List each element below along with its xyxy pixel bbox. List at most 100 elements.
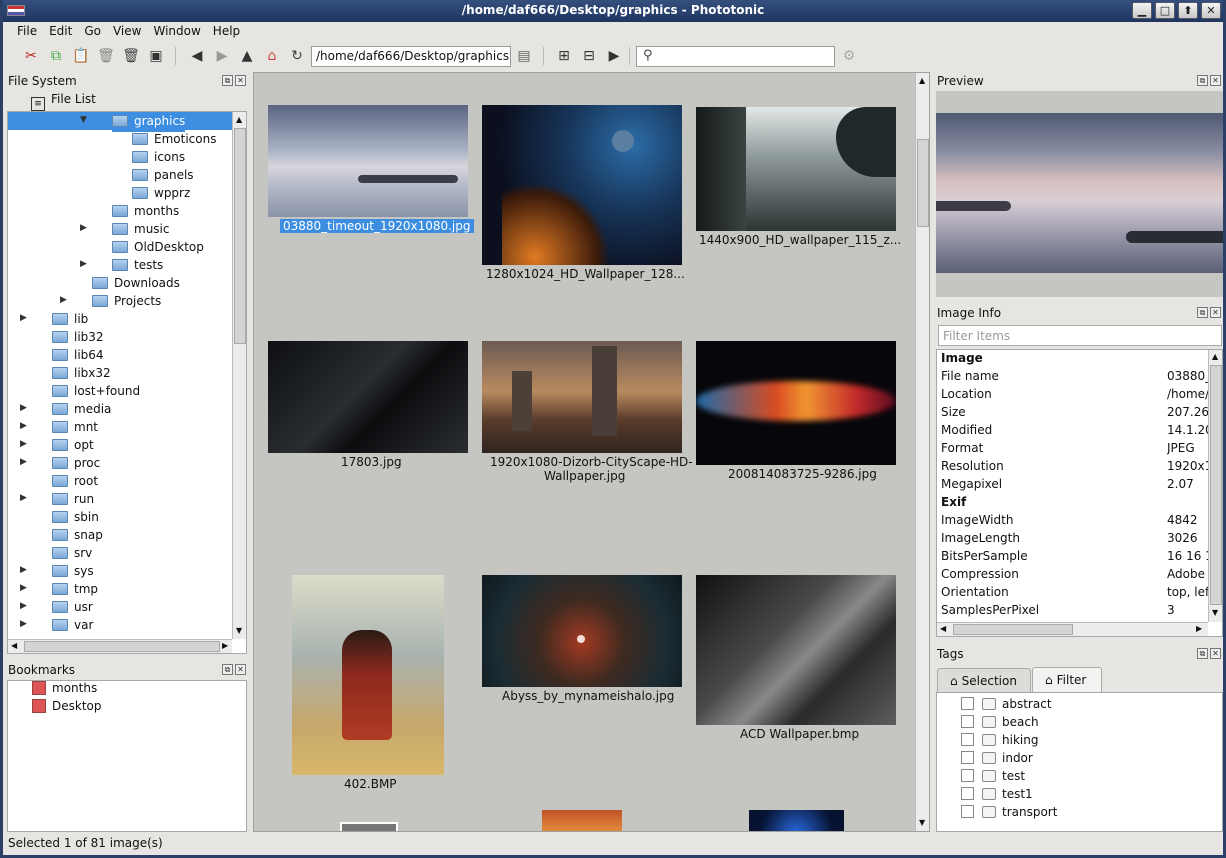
tree-scroll-thumb[interactable] xyxy=(234,128,246,344)
tree-item[interactable]: Downloads xyxy=(92,276,180,294)
paste-icon[interactable]: 📋 xyxy=(71,46,91,66)
tree-item[interactable]: lib64 xyxy=(52,348,104,366)
thumbnail-image[interactable] xyxy=(696,107,896,231)
menu-help[interactable]: Help xyxy=(207,22,246,42)
filesystem-tree[interactable]: ▼ graphics Emoticons icons panels wpprz months… xyxy=(7,111,247,654)
tree-item[interactable]: graphics xyxy=(112,114,186,132)
tag-item[interactable]: abstract xyxy=(961,697,1052,715)
info-hscrollbar[interactable]: ◀ ▶ xyxy=(937,622,1208,636)
new-folder-icon[interactable]: ▣ xyxy=(146,46,166,66)
bookmark-item[interactable]: Desktop xyxy=(32,699,102,717)
close-panel-icon[interactable]: ✕ xyxy=(1210,648,1221,659)
path-input[interactable]: /home/daf666/Desktop/graphics xyxy=(311,46,511,67)
tag-item[interactable]: hiking xyxy=(961,733,1038,751)
tag-checkbox[interactable] xyxy=(961,805,974,818)
tree-item[interactable]: run xyxy=(52,492,94,510)
thumbnail-scroll-thumb[interactable] xyxy=(917,139,929,227)
expand-right-icon[interactable]: ▶ xyxy=(20,421,30,431)
expand-right-icon[interactable]: ▶ xyxy=(20,619,30,629)
menu-edit[interactable]: Edit xyxy=(43,22,78,42)
expand-right-icon[interactable]: ▶ xyxy=(20,493,30,503)
tab-selection[interactable]: ⌂ Selection xyxy=(937,668,1031,692)
refresh-icon[interactable]: ↻ xyxy=(287,46,307,66)
float-icon[interactable]: ⧉ xyxy=(1197,307,1208,318)
tree-item[interactable]: tests xyxy=(112,258,163,276)
home-icon[interactable]: ⌂ xyxy=(262,46,282,66)
close-icon[interactable]: ✕ xyxy=(1201,2,1221,19)
tags-list[interactable]: abstract beach hiking indor test test1 transpo… xyxy=(936,692,1223,832)
tag-checkbox[interactable] xyxy=(961,697,974,710)
menu-go[interactable]: Go xyxy=(78,22,107,42)
bookmarks-list[interactable]: months Desktop xyxy=(7,680,247,832)
tag-checkbox[interactable] xyxy=(961,751,974,764)
tree-item[interactable]: music xyxy=(112,222,169,240)
filter-items-input[interactable]: Filter Items xyxy=(938,325,1222,346)
thumbnail-image[interactable] xyxy=(542,810,622,831)
tree-item[interactable]: libx32 xyxy=(52,366,111,384)
tag-item[interactable]: transport xyxy=(961,805,1057,823)
thumbnail-caption[interactable]: 1440x900_HD_wallpaper_115_z... xyxy=(699,233,901,247)
thumbnail-grid[interactable]: 03880_timeout_1920x1080.jpg 1280x1024_HD… xyxy=(253,72,930,832)
gear-icon[interactable]: ⚙ xyxy=(839,46,859,66)
tag-checkbox[interactable] xyxy=(961,769,974,782)
menu-file[interactable]: File xyxy=(11,22,43,42)
bookmark-item[interactable]: months xyxy=(32,681,97,699)
tree-item[interactable]: proc xyxy=(52,456,100,474)
delete-icon[interactable]: 🗑 xyxy=(121,46,141,66)
float-icon[interactable]: ⧉ xyxy=(222,664,233,675)
maximize-icon[interactable]: □ xyxy=(1155,2,1175,19)
tree-item[interactable]: lost+found xyxy=(52,384,140,402)
thumbnail-image[interactable] xyxy=(482,105,682,265)
menu-window[interactable]: Window xyxy=(147,22,206,42)
preview-pane[interactable] xyxy=(936,91,1223,297)
expand-right-icon[interactable]: ▶ xyxy=(80,223,90,233)
thumbnail-caption[interactable]: ACD Wallpaper.bmp xyxy=(740,727,859,741)
close-panel-icon[interactable]: ✕ xyxy=(235,75,246,86)
float-icon[interactable]: ⧉ xyxy=(1197,75,1208,86)
tree-item[interactable]: usr xyxy=(52,600,93,618)
tag-item[interactable]: indor xyxy=(961,751,1033,769)
tree-item[interactable]: Emoticons xyxy=(132,132,216,150)
tree-item[interactable]: tmp xyxy=(52,582,98,600)
trash-icon[interactable]: 🗑 xyxy=(96,46,116,66)
close-panel-icon[interactable]: ✕ xyxy=(1210,307,1221,318)
tab-filter[interactable]: ⌂ Filter xyxy=(1032,667,1102,693)
expand-right-icon[interactable]: ▶ xyxy=(60,295,70,305)
expand-right-icon[interactable]: ▶ xyxy=(20,403,30,413)
expand-right-icon[interactable]: ▶ xyxy=(80,259,90,269)
thumbnail-caption[interactable]: 1280x1024_HD_Wallpaper_128... xyxy=(486,267,685,281)
tree-hscrollbar[interactable]: ◀ ▶ xyxy=(8,639,232,653)
expand-right-icon[interactable]: ▶ xyxy=(20,601,30,611)
thumbnail-image[interactable] xyxy=(749,810,844,831)
thumbnail-caption[interactable]: Abyss_by_mynameishalo.jpg xyxy=(502,689,674,703)
expand-right-icon[interactable]: ▶ xyxy=(20,439,30,449)
thumbnail-image[interactable] xyxy=(482,575,682,687)
tag-checkbox[interactable] xyxy=(961,715,974,728)
close-panel-icon[interactable]: ✕ xyxy=(235,664,246,675)
tag-item[interactable]: test xyxy=(961,769,1025,787)
copy-to-icon[interactable]: ⧉ xyxy=(46,46,66,66)
tag-item[interactable]: beach xyxy=(961,715,1039,733)
back-icon[interactable]: ◀ xyxy=(187,46,207,66)
thumbnail-caption[interactable]: 03880_timeout_1920x1080.jpg xyxy=(280,219,474,233)
expand-right-icon[interactable]: ▶ xyxy=(20,565,30,575)
thumbnail-image[interactable] xyxy=(696,575,896,725)
tree-item[interactable]: media xyxy=(52,402,111,420)
thumbnail-image[interactable] xyxy=(696,341,896,465)
thumbnail-scrollbar[interactable]: ▲ ▼ xyxy=(915,73,929,831)
settings-small-icon[interactable]: ▤ xyxy=(514,46,534,66)
thumbnail-image[interactable] xyxy=(340,822,398,831)
menu-view[interactable]: View xyxy=(107,22,147,42)
tree-item[interactable]: srv xyxy=(52,546,92,564)
imageinfo-table[interactable]: Image File name 03880_t Location/home/d Size… xyxy=(936,349,1223,637)
thumbnail-image[interactable] xyxy=(482,341,682,453)
float-icon[interactable]: ⧉ xyxy=(222,75,233,86)
tree-item[interactable]: Projects xyxy=(92,294,161,312)
expand-right-icon[interactable]: ▶ xyxy=(20,457,30,467)
tag-checkbox[interactable] xyxy=(961,733,974,746)
tree-item[interactable]: wpprz xyxy=(132,186,190,204)
expand-right-icon[interactable]: ▶ xyxy=(20,313,30,323)
close-panel-icon[interactable]: ✕ xyxy=(1210,75,1221,86)
up-icon[interactable]: ▲ xyxy=(237,46,257,66)
float-icon[interactable]: ⧉ xyxy=(1197,648,1208,659)
